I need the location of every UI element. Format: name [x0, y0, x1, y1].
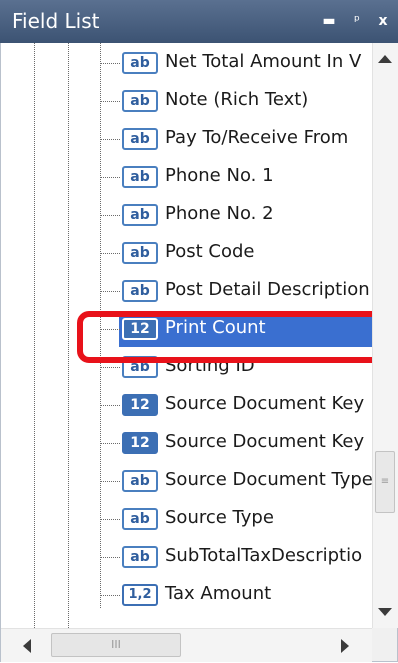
maximize-icon[interactable]: ▬ [318, 5, 340, 37]
tree-connector [100, 101, 120, 102]
field-label: Phone No. 1 [165, 165, 274, 186]
panel-title-bar[interactable]: Field List ▬ ᵖ x [0, 0, 398, 43]
field-label: Source Document Type [165, 469, 372, 490]
field-item[interactable]: ab Phone No. 1 [1, 158, 372, 196]
field-item[interactable]: ab Post Detail Description [1, 272, 372, 310]
decimal-field-icon: 1,2 [122, 584, 158, 606]
field-label: Source Document Key [165, 393, 365, 414]
text-field-icon: ab [122, 128, 158, 150]
field-item[interactable]: ab Pay To/Receive From [1, 120, 372, 158]
integer-field-icon: 12 [122, 394, 158, 416]
tree-connector [100, 253, 120, 254]
tree-connector [100, 367, 120, 368]
close-icon[interactable]: x [372, 5, 394, 37]
field-item[interactable]: ab Note (Rich Text) [1, 82, 372, 120]
scroll-down-icon[interactable] [378, 608, 392, 616]
field-item[interactable]: 12 Source Document Key [1, 424, 372, 462]
tree-connector [100, 405, 120, 406]
field-item[interactable]: ab Source Type [1, 500, 372, 538]
tree-connector [100, 63, 120, 64]
field-label: Source Type [165, 507, 274, 528]
tree-connector [100, 291, 120, 292]
field-item[interactable]: ab Phone No. 2 [1, 196, 372, 234]
pin-icon[interactable]: ᵖ [346, 5, 368, 37]
field-item[interactable]: ab Post Code [1, 234, 372, 272]
text-field-icon: ab [122, 280, 158, 302]
scroll-right-icon[interactable] [341, 639, 349, 653]
field-item[interactable]: ab Source Document Type [1, 462, 372, 500]
tree-connector [100, 595, 120, 596]
tree-connector [100, 519, 120, 520]
panel-title: Field List [12, 9, 100, 33]
scroll-corner [372, 628, 397, 661]
field-label: Tax Amount [165, 583, 272, 604]
field-label: Phone No. 2 [165, 203, 274, 224]
scroll-up-icon[interactable] [378, 55, 392, 63]
horizontal-scroll-thumb[interactable]: III [51, 633, 181, 657]
text-field-icon: ab [122, 204, 158, 226]
tree-connector [100, 443, 120, 444]
text-field-icon: ab [122, 166, 158, 188]
annotation-highlight-box [77, 311, 389, 363]
vertical-scrollbar[interactable]: ≡ [372, 43, 398, 628]
tree-connector [100, 481, 120, 482]
tree-connector [100, 177, 120, 178]
tree-connector [100, 215, 120, 216]
field-item[interactable]: ab Net Total Amount In V [1, 44, 372, 82]
field-label: Net Total Amount In V [165, 51, 362, 72]
field-list-panel: Field List ▬ ᵖ x ab Net Total Amount In V… [0, 0, 398, 663]
field-label: Note (Rich Text) [165, 89, 309, 110]
field-item[interactable]: 12 Source Document Key [1, 386, 372, 424]
field-label: Source Document Key [165, 431, 365, 452]
text-field-icon: ab [122, 470, 158, 492]
text-field-icon: ab [122, 242, 158, 264]
text-field-icon: ab [122, 546, 158, 568]
horizontal-scrollbar[interactable]: III [1, 628, 372, 662]
field-label: Pay To/Receive From [165, 127, 349, 148]
tree-connector [100, 557, 120, 558]
text-field-icon: ab [122, 508, 158, 530]
field-item[interactable]: 1,2 Tax Amount [1, 576, 372, 614]
text-field-icon: ab [122, 90, 158, 112]
tree-connector [100, 139, 120, 140]
vertical-scroll-thumb[interactable]: ≡ [375, 451, 395, 513]
field-label: SubTotalTaxDescriptio [165, 545, 363, 566]
field-label: Post Detail Description [165, 279, 370, 300]
scroll-left-icon[interactable] [23, 639, 31, 653]
field-label: Post Code [165, 241, 255, 262]
integer-field-icon: 12 [122, 432, 158, 454]
text-field-icon: ab [122, 52, 158, 74]
field-item[interactable]: ab SubTotalTaxDescriptio [1, 538, 372, 576]
